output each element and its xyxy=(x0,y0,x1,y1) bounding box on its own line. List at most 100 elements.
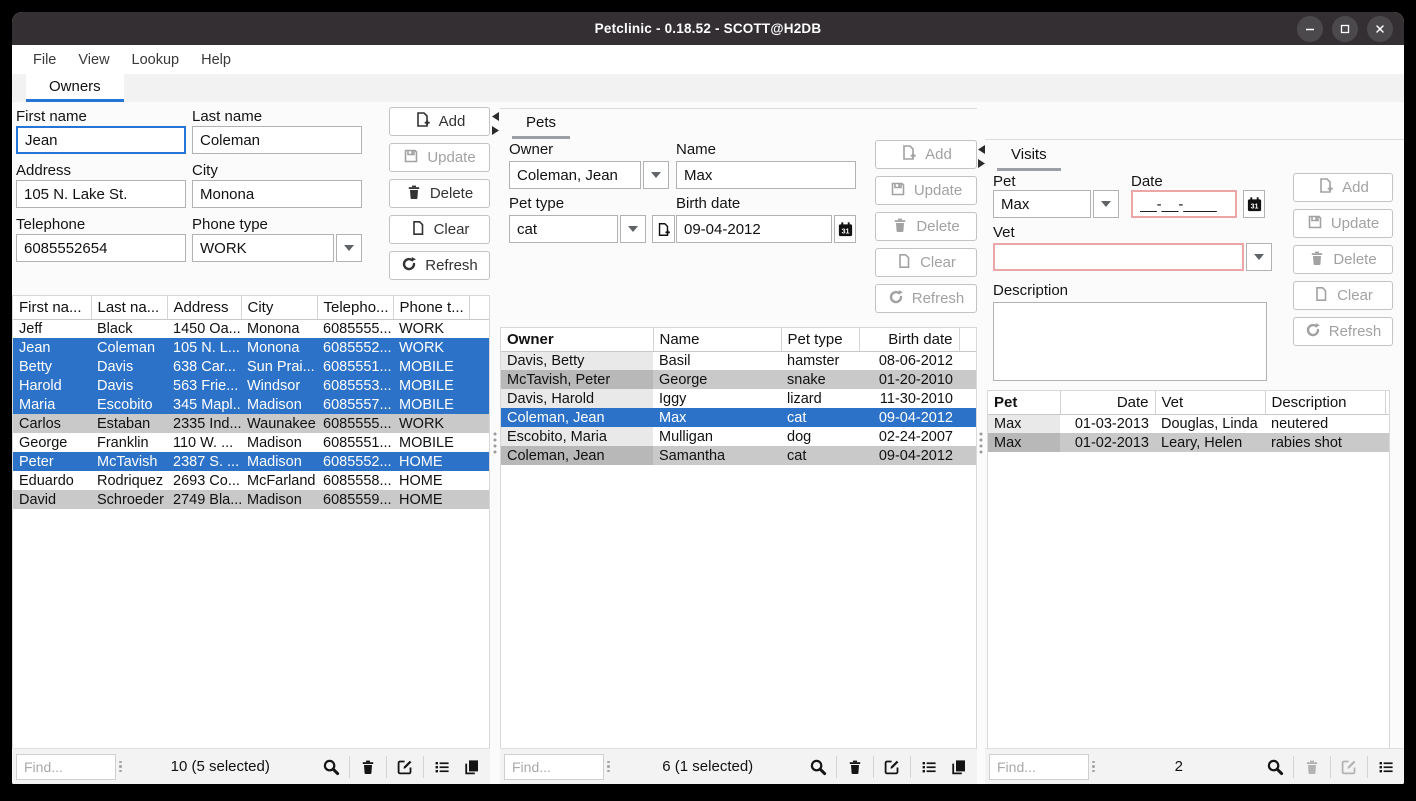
table-row[interactable]: Max01-03-2013Douglas, Lindaneutered xyxy=(988,414,1389,433)
tab-owners[interactable]: Owners xyxy=(26,74,124,102)
column-header[interactable]: Date xyxy=(1060,391,1155,414)
maximize-button[interactable] xyxy=(1332,16,1358,42)
visits-find-input[interactable] xyxy=(989,754,1089,780)
table-row[interactable]: DavidSchroeder2749 Bla...Madison6085559.… xyxy=(13,490,489,509)
column-header[interactable]: Description xyxy=(1265,391,1385,414)
column-header[interactable]: City xyxy=(241,296,317,319)
save-icon xyxy=(890,181,906,201)
birth-date-calendar-button[interactable]: 31 xyxy=(834,215,856,243)
splitter-pets-visits[interactable] xyxy=(977,102,985,784)
table-row[interactable]: PeterMcTavish2387 S. ...Madison6085552..… xyxy=(13,452,489,471)
table-row[interactable]: Davis, BettyBasilhamster08-06-2012 xyxy=(501,351,976,370)
pets-search-icon[interactable] xyxy=(806,755,830,779)
owners-edit-icon[interactable] xyxy=(393,755,417,779)
splitter-owners-pets[interactable] xyxy=(490,102,500,784)
table-row[interactable]: Escobito, MariaMulligandog02-24-2007 xyxy=(501,427,976,446)
pets-list-icon[interactable] xyxy=(917,755,941,779)
vet-select[interactable] xyxy=(993,243,1272,271)
table-row[interactable]: CarlosEstaban2335 Ind...Waunakee6085555.… xyxy=(13,414,489,433)
table-cell: Sun Prai... xyxy=(241,357,317,376)
owners-refresh-button[interactable]: Refresh xyxy=(389,251,490,280)
vet-dropdown-button[interactable] xyxy=(1246,243,1272,271)
pet-type-select[interactable]: cat xyxy=(509,215,646,243)
city-field[interactable] xyxy=(192,180,362,208)
column-header[interactable]: First na... xyxy=(13,296,91,319)
table-row[interactable]: Coleman, JeanSamanthacat09-04-2012 xyxy=(501,446,976,465)
pets-trash-icon[interactable] xyxy=(843,755,867,779)
column-header[interactable]: Pet xyxy=(988,391,1060,414)
description-field[interactable] xyxy=(993,302,1267,381)
table-cell-filler xyxy=(959,408,976,427)
splitter-handle-icon[interactable] xyxy=(980,433,983,454)
menu-view[interactable]: View xyxy=(67,52,120,68)
owner-select[interactable]: Coleman, Jean xyxy=(509,161,669,189)
owners-clear-button[interactable]: Clear xyxy=(389,215,490,244)
pets-find-input[interactable] xyxy=(504,754,604,780)
birth-date-field[interactable] xyxy=(676,215,832,243)
phone-type-dropdown-button[interactable] xyxy=(336,234,362,262)
menu-file[interactable]: File xyxy=(22,52,67,68)
visits-search-icon[interactable] xyxy=(1263,755,1287,779)
table-cell-filler xyxy=(1385,433,1389,452)
owners-list-icon[interactable] xyxy=(430,755,454,779)
pets-pages-icon[interactable] xyxy=(947,755,971,779)
column-header[interactable]: Telepho... xyxy=(317,296,393,319)
owners-add-button[interactable]: Add xyxy=(389,107,490,136)
menu-lookup[interactable]: Lookup xyxy=(121,52,191,68)
table-row[interactable]: JeffBlack1450 Oa...Monona6085555...WORK xyxy=(13,319,489,338)
last-name-field[interactable] xyxy=(192,126,362,154)
visit-pet-dropdown-button[interactable] xyxy=(1093,190,1119,218)
column-header[interactable]: Pet type xyxy=(781,328,859,351)
phone-type-select[interactable]: WORK xyxy=(192,234,362,262)
visits-panel: Visits Pet Date Max 31 Vet De xyxy=(985,102,1404,784)
menu-help[interactable]: Help xyxy=(190,52,242,68)
vet-value xyxy=(993,243,1244,271)
pet-type-dropdown-button[interactable] xyxy=(620,215,646,243)
splitter-collapse-arrows[interactable] xyxy=(977,145,985,168)
owner-dropdown-button[interactable] xyxy=(643,161,669,189)
visit-pet-select[interactable]: Max xyxy=(993,190,1119,218)
owners-trash-icon[interactable] xyxy=(356,755,380,779)
close-button[interactable] xyxy=(1367,16,1393,42)
pet-name-field[interactable] xyxy=(676,161,856,189)
column-header[interactable]: Vet xyxy=(1155,391,1265,414)
titlebar[interactable]: Petclinic - 0.18.52 - SCOTT@H2DB xyxy=(12,12,1404,45)
table-row[interactable]: MariaEscobito345 Mapl...Madison6085557..… xyxy=(13,395,489,414)
table-row[interactable]: McTavish, PeterGeorgesnake01-20-2010 xyxy=(501,370,976,389)
splitter-collapse-arrows[interactable] xyxy=(490,112,500,135)
splitter-handle-icon[interactable] xyxy=(494,433,497,454)
column-header[interactable]: Phone t... xyxy=(393,296,469,319)
table-row[interactable]: Davis, HaroldIggylizard11-30-2010 xyxy=(501,389,976,408)
visit-date-field[interactable] xyxy=(1131,190,1237,218)
table-row[interactable]: Max01-02-2013Leary, Helenrabies shot xyxy=(988,433,1389,452)
owners-pages-icon[interactable] xyxy=(460,755,484,779)
owners-search-icon[interactable] xyxy=(319,755,343,779)
owners-delete-button[interactable]: Delete xyxy=(389,179,490,208)
table-row[interactable]: Coleman, JeanMaxcat09-04-2012 xyxy=(501,408,976,427)
column-header[interactable]: Last na... xyxy=(91,296,167,319)
phone-type-label: Phone type xyxy=(192,216,268,233)
address-field[interactable] xyxy=(16,180,186,208)
tab-pets[interactable]: Pets xyxy=(512,109,570,139)
minimize-button[interactable] xyxy=(1297,16,1323,42)
pets-edit-icon[interactable] xyxy=(880,755,904,779)
table-row[interactable]: HaroldDavis563 Frie...Windsor6085553...M… xyxy=(13,376,489,395)
telephone-field[interactable] xyxy=(16,234,186,262)
table-cell: McTavish, Peter xyxy=(501,370,653,389)
owners-find-input[interactable] xyxy=(16,754,116,780)
table-row[interactable]: BettyDavis638 Car...Sun Prai...6085551..… xyxy=(13,357,489,376)
visits-list-icon[interactable] xyxy=(1374,755,1398,779)
first-name-field[interactable] xyxy=(16,126,186,154)
column-header[interactable]: Address xyxy=(167,296,241,319)
table-row[interactable]: EduardoRodriquez2693 Co...McFarland60855… xyxy=(13,471,489,490)
table-row[interactable]: JeanColeman105 N. L...Monona6085552...WO… xyxy=(13,338,489,357)
table-row[interactable]: GeorgeFranklin110 W. ...Madison6085551..… xyxy=(13,433,489,452)
pets-tab-strip: Pets xyxy=(500,108,977,139)
visit-date-calendar-button[interactable]: 31 xyxy=(1243,190,1265,218)
table-cell: MOBILE xyxy=(393,433,469,452)
tab-visits[interactable]: Visits xyxy=(997,140,1061,171)
column-header[interactable]: Name xyxy=(653,328,781,351)
add-pet-type-button[interactable] xyxy=(652,215,675,243)
column-header[interactable]: Birth date xyxy=(859,328,959,351)
column-header[interactable]: Owner xyxy=(501,328,653,351)
